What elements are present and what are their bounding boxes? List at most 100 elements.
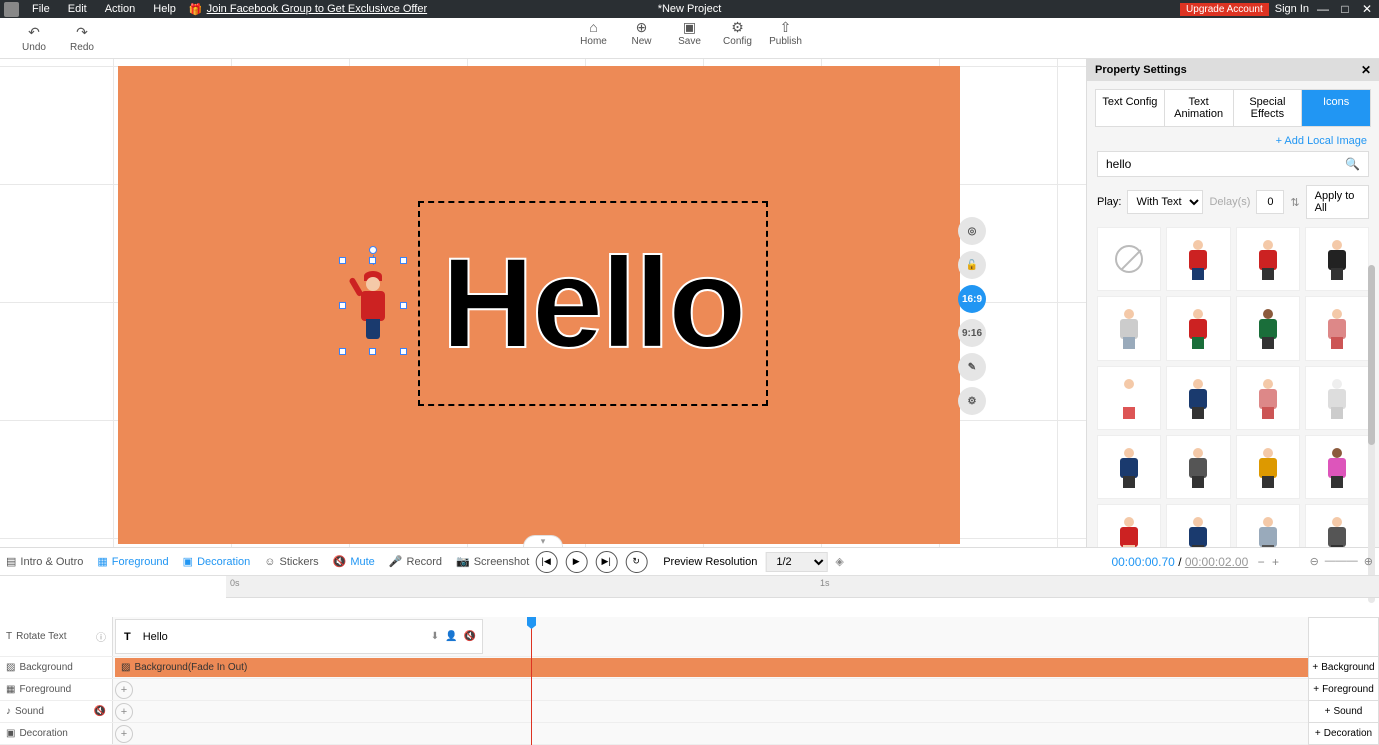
home-button[interactable]: ⌂Home [570, 18, 618, 47]
undo-button[interactable]: ↶Undo [10, 18, 58, 58]
add-decoration-track[interactable]: + Decoration [1308, 723, 1379, 745]
skip-start-button[interactable]: |◀ [535, 551, 557, 573]
zoom-slider[interactable]: ——— [1325, 555, 1358, 568]
icon-option-1[interactable] [1166, 227, 1230, 291]
track-lane-foreground[interactable]: + [113, 679, 1379, 700]
redo-button[interactable]: ↷Redo [58, 18, 106, 58]
add-foreground-track[interactable]: + Foreground [1308, 679, 1379, 701]
track-lane-sound[interactable]: + [113, 701, 1379, 722]
time-total-link[interactable]: 00:00:02.00 [1185, 555, 1248, 569]
icon-option-2[interactable] [1236, 227, 1300, 291]
icon-option-11[interactable] [1305, 366, 1369, 430]
mute-button[interactable]: 🔇Mute [333, 555, 375, 568]
screenshot-button[interactable]: 📷Screenshot [456, 555, 529, 568]
loop-button[interactable]: ↻ [625, 551, 647, 573]
maximize-icon[interactable]: □ [1337, 2, 1353, 16]
time-plus[interactable]: + [1272, 555, 1279, 569]
delay-input[interactable] [1256, 190, 1284, 214]
icon-option-17[interactable] [1166, 504, 1230, 547]
collapse-tab[interactable]: ▾ [523, 535, 563, 547]
add-fg-clip[interactable]: + [115, 681, 133, 699]
time-minus[interactable]: − [1258, 555, 1265, 569]
property-close-icon[interactable]: ✕ [1361, 63, 1371, 77]
resize-handle-w[interactable] [339, 302, 346, 309]
zoom-in-icon[interactable]: ⊕ [1364, 555, 1373, 568]
clip-download-icon[interactable]: ⬇ [431, 631, 439, 642]
icon-option-9[interactable] [1166, 366, 1230, 430]
ratio-16-9-button[interactable]: 16:9 [958, 285, 986, 313]
signin-button[interactable]: Sign In [1275, 3, 1309, 15]
search-icon[interactable]: 🔍 [1345, 157, 1360, 171]
resize-handle-n[interactable] [369, 257, 376, 264]
icon-option-3[interactable] [1305, 227, 1369, 291]
clip-sound-icon[interactable]: 🔇 [464, 631, 476, 642]
menu-file[interactable]: File [23, 3, 59, 15]
tab-text-animation[interactable]: Text Animation [1165, 90, 1234, 126]
menu-action[interactable]: Action [96, 3, 145, 15]
icon-option-18[interactable] [1236, 504, 1300, 547]
lock-tool[interactable]: 🔓 [958, 251, 986, 279]
publish-button[interactable]: ⇧Publish [762, 18, 810, 47]
target-tool[interactable]: ◎ [958, 217, 986, 245]
edit-tool[interactable]: ✎ [958, 353, 986, 381]
skip-end-button[interactable]: ▶| [595, 551, 617, 573]
icon-option-8[interactable] [1097, 366, 1161, 430]
track-lane-decoration[interactable]: + [113, 723, 1379, 744]
tab-special-effects[interactable]: Special Effects [1234, 90, 1303, 126]
record-button[interactable]: 🎤Record [389, 555, 442, 568]
resize-handle-sw[interactable] [339, 348, 346, 355]
resize-handle-e[interactable] [400, 302, 407, 309]
timeline-ruler[interactable]: 0s 1s [226, 576, 1379, 598]
clip-user-icon[interactable]: 👤 [445, 631, 457, 642]
config-button[interactable]: ⚙Config [714, 18, 762, 47]
icon-search-input[interactable] [1106, 157, 1345, 171]
clip-background[interactable]: ▨Background(Fade In Out) [115, 658, 1377, 677]
add-local-image-button[interactable]: + Add Local Image [1087, 135, 1379, 151]
icon-option-0[interactable] [1097, 227, 1161, 291]
icon-option-6[interactable] [1236, 296, 1300, 360]
info-icon[interactable]: ⓘ [96, 629, 106, 644]
resize-handle-se[interactable] [400, 348, 407, 355]
icon-option-5[interactable] [1166, 296, 1230, 360]
track-lane-background[interactable]: ▨Background(Fade In Out) [113, 657, 1379, 678]
close-icon[interactable]: ✕ [1359, 2, 1375, 16]
apply-to-all-button[interactable]: Apply to All [1306, 185, 1369, 219]
resize-handle-ne[interactable] [400, 257, 407, 264]
text-hello-element[interactable]: Hello [418, 201, 768, 406]
icon-option-14[interactable] [1236, 435, 1300, 499]
canvas-area[interactable]: Hello ◎ 🔓 16:9 9:16 ✎ [0, 59, 1086, 547]
upgrade-button[interactable]: Upgrade Account [1180, 3, 1269, 16]
resize-handle-nw[interactable] [339, 257, 346, 264]
save-button[interactable]: ▣Save [666, 18, 714, 47]
menu-help[interactable]: Help [144, 3, 185, 15]
zoom-out-icon[interactable]: ⊖ [1310, 555, 1319, 568]
add-sound-track[interactable]: + Sound [1308, 701, 1379, 723]
add-background-track[interactable]: + Background [1308, 657, 1379, 679]
icon-option-12[interactable] [1097, 435, 1161, 499]
delay-stepper[interactable]: ⇅ [1290, 196, 1299, 209]
minimize-icon[interactable]: — [1315, 2, 1331, 16]
resize-handle-s[interactable] [369, 348, 376, 355]
track-lane-text[interactable]: T Hello ⬇👤🔇 [113, 617, 1379, 656]
layers-icon[interactable]: ◈ [835, 555, 843, 568]
scrollbar-thumb[interactable] [1368, 265, 1375, 445]
play-mode-select[interactable]: With Text [1127, 190, 1203, 214]
rotate-handle[interactable] [369, 246, 377, 254]
icon-option-16[interactable] [1097, 504, 1161, 547]
ratio-9-16-button[interactable]: 9:16 [958, 319, 986, 347]
canvas-stage[interactable]: Hello [118, 66, 960, 544]
sound-mute-icon[interactable]: 🔇 [94, 706, 106, 717]
preview-res-select[interactable]: 1/2 [765, 552, 827, 572]
add-sound-clip[interactable]: + [115, 703, 133, 721]
playhead[interactable] [531, 617, 532, 745]
icon-option-7[interactable] [1305, 296, 1369, 360]
stickers-button[interactable]: ☺Stickers [264, 555, 318, 568]
fb-offer-link[interactable]: Join Facebook Group to Get Exclusivce Of… [207, 3, 428, 15]
icon-option-15[interactable] [1305, 435, 1369, 499]
menu-edit[interactable]: Edit [59, 3, 96, 15]
clip-hello[interactable]: T Hello ⬇👤🔇 [115, 619, 483, 654]
selected-icon-element[interactable] [343, 261, 403, 351]
intro-outro-button[interactable]: ▤Intro & Outro [6, 555, 83, 568]
foreground-button[interactable]: ▦Foreground [97, 555, 168, 568]
new-button[interactable]: ⊕New [618, 18, 666, 47]
